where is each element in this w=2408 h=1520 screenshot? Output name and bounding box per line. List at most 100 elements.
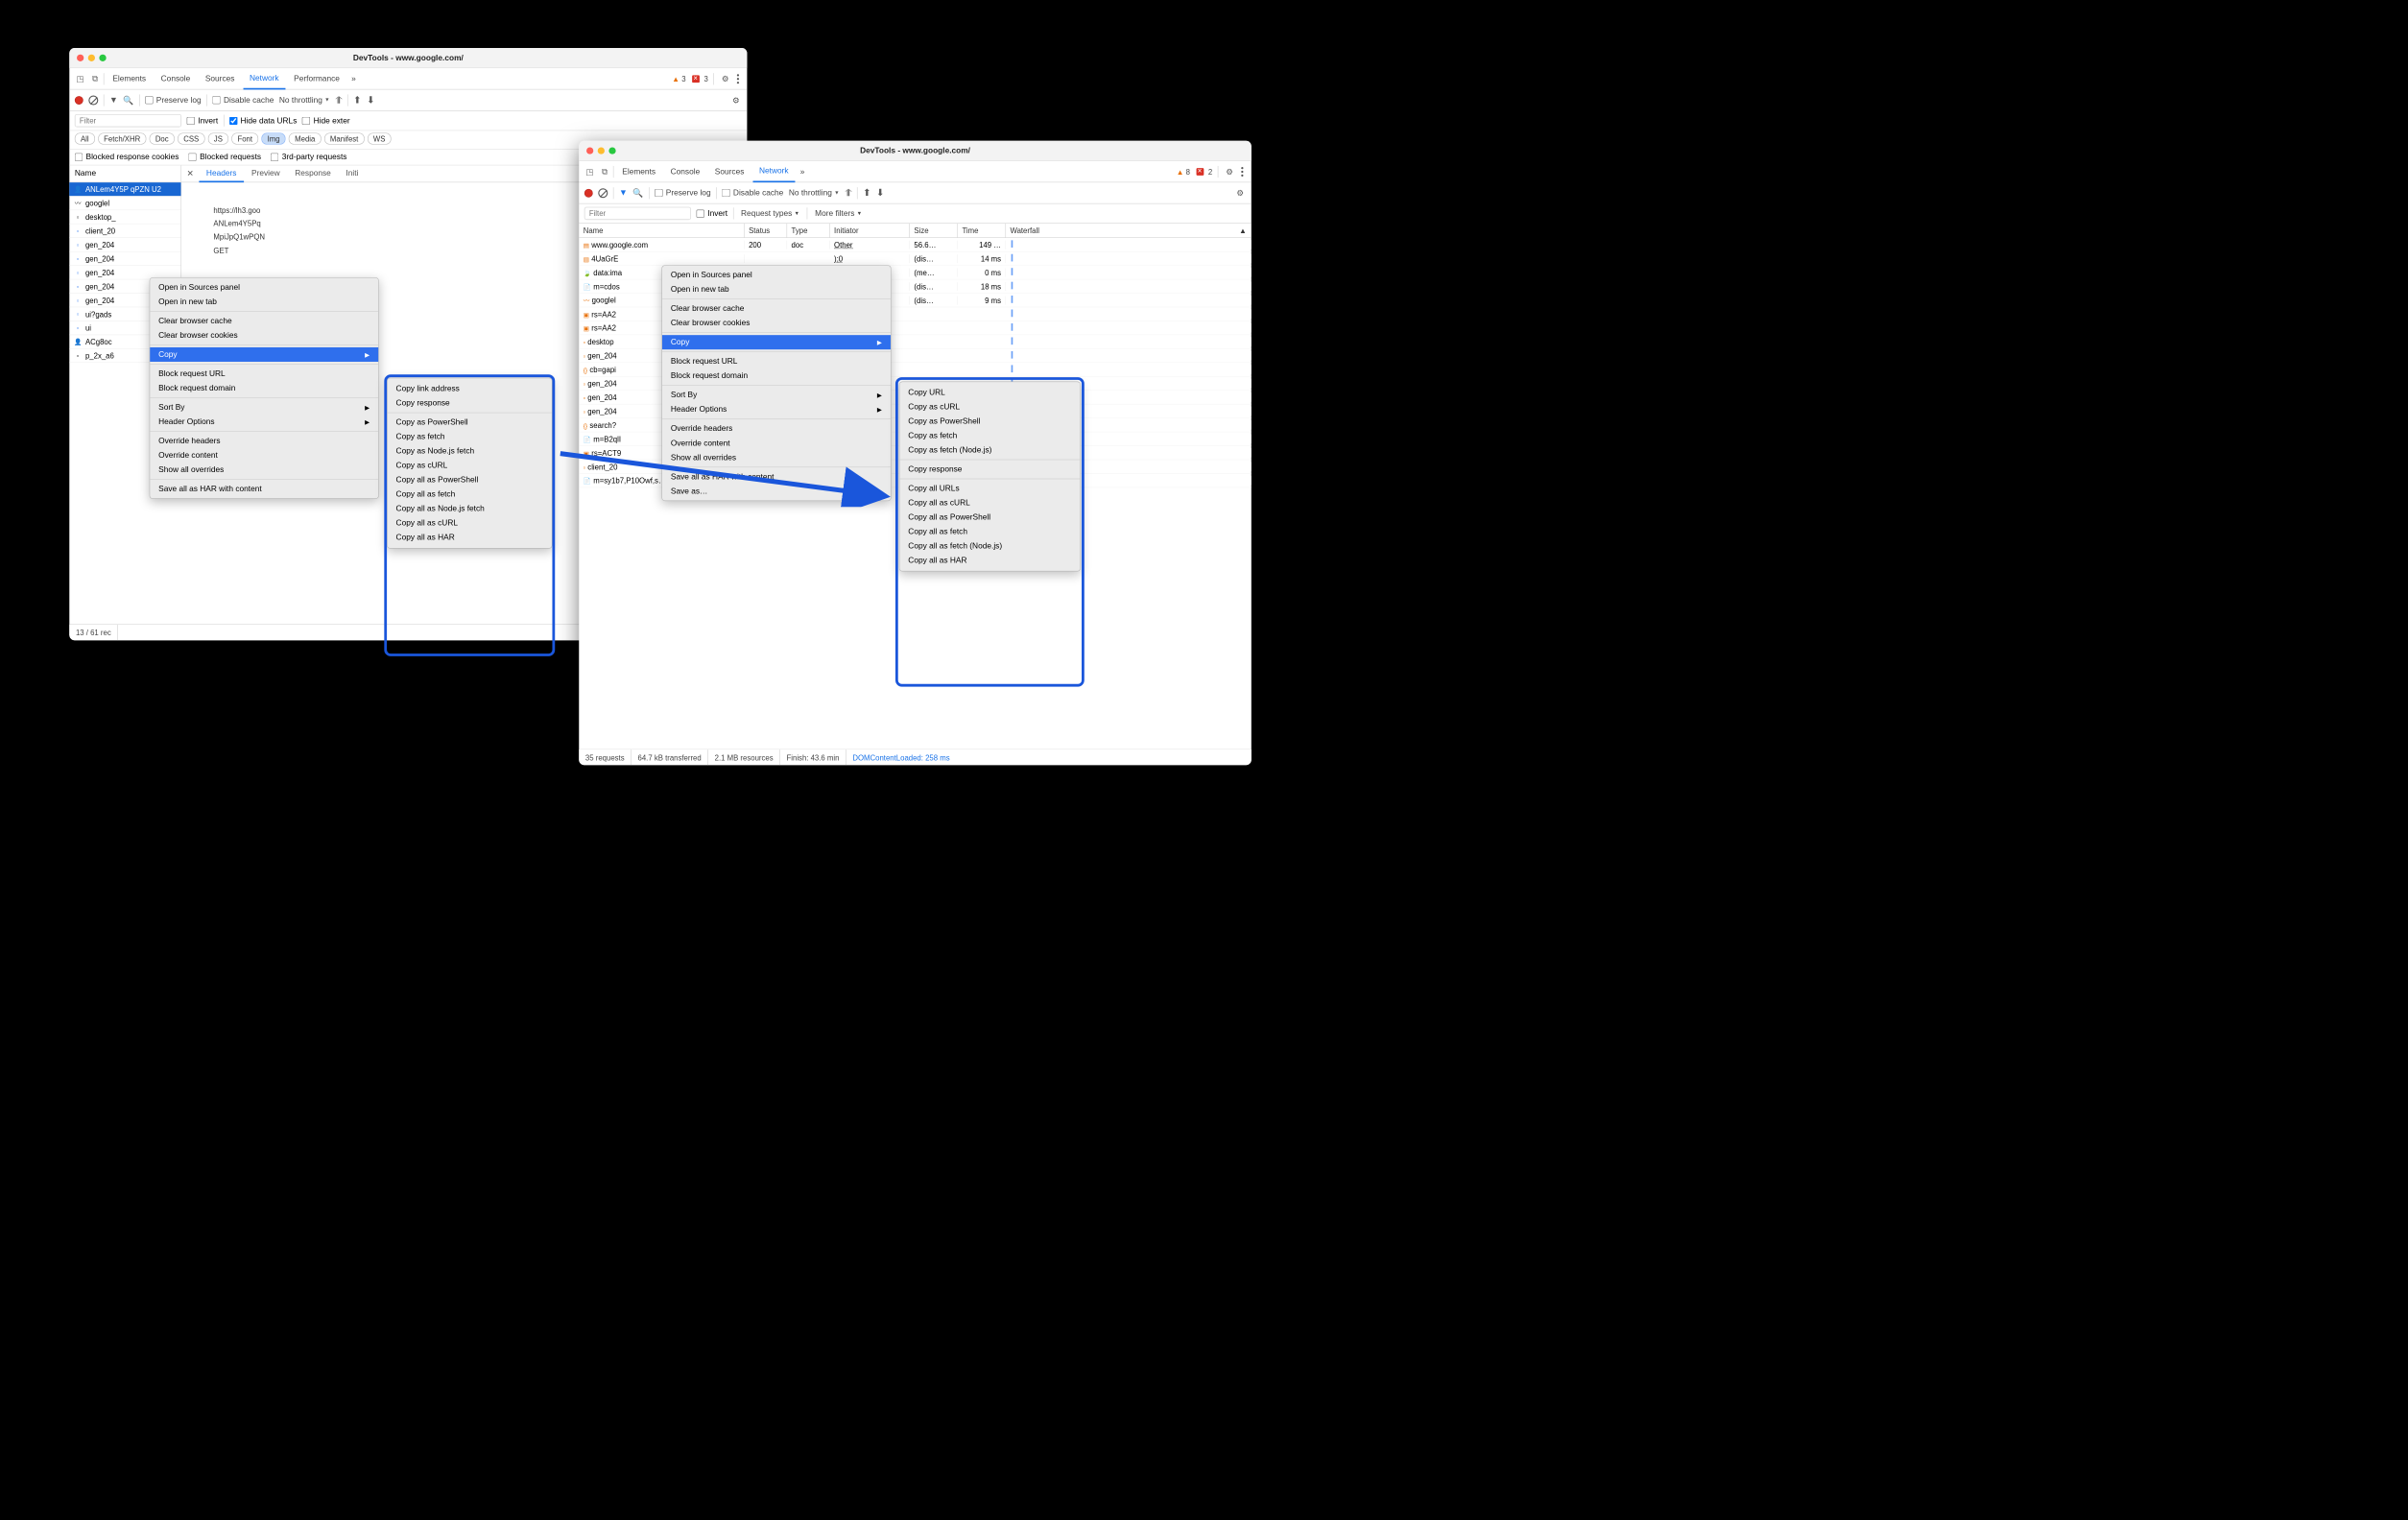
preserve-log-checkbox[interactable]: Preserve log [655,188,711,197]
pill-js[interactable]: JS [208,132,228,144]
ptab-preview[interactable]: Preview [244,165,287,181]
blocked-requests-checkbox[interactable]: Blocked requests [188,153,261,161]
clear-button[interactable] [88,95,98,105]
filter-icon[interactable]: ▼ [619,188,628,198]
warning-badge[interactable]: ▲8 [1177,167,1190,176]
gear-icon[interactable]: ⚙ [1224,166,1235,178]
sub-copy-response[interactable]: Copy response [388,396,552,411]
search-icon[interactable]: 🔍 [123,95,133,106]
ctx-header-opts[interactable]: Header Options▶ [150,415,378,429]
close-dot[interactable] [77,55,83,61]
ctx-override-headers[interactable]: Override headers [662,421,891,436]
more-tabs[interactable]: » [797,167,807,176]
pill-img[interactable]: Img [261,132,285,144]
sub-copy-link[interactable]: Copy link address [388,382,552,396]
search-icon[interactable]: 🔍 [632,187,643,198]
invert-checkbox[interactable]: Invert [697,209,728,218]
error-badge[interactable]: 3 [692,75,708,83]
wifi-icon[interactable]: ⥣ [335,94,342,106]
pill-manifest[interactable]: Manifest [324,132,365,144]
table-row[interactable]: ▤4UaGrE ):0 (dis… 14 ms [579,251,1252,265]
ctx-open-sources[interactable]: Open in Sources panel [150,280,378,295]
sub-copy-fetch[interactable]: Copy as fetch [388,430,552,444]
tab-network[interactable]: Network [752,161,795,182]
ctx-copy[interactable]: Copy▶ [662,335,891,349]
sub-copy-all-har[interactable]: Copy all as HAR [899,554,1080,568]
th-initiator[interactable]: Initiator [830,224,910,237]
throttling-select[interactable]: No throttling▼ [789,188,840,197]
pill-media[interactable]: Media [289,132,321,144]
sub-copy-url[interactable]: Copy URL [899,385,1080,399]
pill-doc[interactable]: Doc [150,132,175,144]
sub-copy-fetch[interactable]: Copy as fetch [899,428,1080,442]
inspect-icon[interactable]: ◳ [74,72,86,84]
gear-icon[interactable]: ⚙ [719,73,730,84]
upload-icon[interactable]: ⬆ [863,187,870,199]
ptab-initiator[interactable]: Initi [339,165,367,181]
sub-copy-all-curl[interactable]: Copy all as cURL [899,496,1080,511]
hide-data-urls-checkbox[interactable]: Hide data URLs [229,116,298,125]
hide-ext-checkbox[interactable]: Hide exter [302,116,350,125]
sub-copy-all-curl[interactable]: Copy all as cURL [388,516,552,531]
sub-copy-all-har[interactable]: Copy all as HAR [388,531,552,545]
sub-copy-all-fetch[interactable]: Copy all as fetch [388,487,552,502]
list-item[interactable]: ▫desktop_ [69,210,180,224]
ctx-override-content[interactable]: Override content [150,448,378,463]
ctx-block-url[interactable]: Block request URL [150,367,378,381]
ctx-block-domain[interactable]: Block request domain [662,368,891,383]
tab-console[interactable]: Console [664,161,706,182]
disable-cache-checkbox[interactable]: Disable cache [722,188,783,197]
sub-copy-powershell[interactable]: Copy as PowerShell [388,416,552,430]
tab-sources[interactable]: Sources [199,68,241,89]
tab-console[interactable]: Console [155,68,197,89]
table-row[interactable]: ▤www.google.com 200 doc Other 56.6… 149 … [579,238,1252,251]
ctx-show-overrides[interactable]: Show all overrides [662,450,891,464]
close-detail-icon[interactable]: ✕ [181,165,199,181]
list-item[interactable]: ▫gen_204 [69,251,180,265]
sub-copy-curl[interactable]: Copy as cURL [899,399,1080,414]
more-tabs[interactable]: » [348,74,359,83]
sub-copy-curl[interactable]: Copy as cURL [388,459,552,473]
th-name[interactable]: Name [579,224,744,237]
warning-badge[interactable]: ▲3 [672,75,685,83]
sub-copy-all-node-fetch[interactable]: Copy all as Node.js fetch [388,502,552,516]
ctx-header-opts[interactable]: Header Options▶ [662,402,891,416]
traffic-lights[interactable] [77,55,107,61]
th-type[interactable]: Type [787,224,829,237]
list-item[interactable]: ▫client_20 [69,225,180,238]
ctx-open-sources[interactable]: Open in Sources panel [662,268,891,282]
error-badge[interactable]: 2 [1197,167,1213,176]
th-size[interactable]: Size [910,224,958,237]
upload-icon[interactable]: ⬆ [353,94,361,106]
wifi-icon[interactable]: ⥣ [845,187,851,199]
device-icon[interactable]: ⧉ [598,165,610,178]
download-icon[interactable]: ⬇ [367,94,374,106]
blocked-cookies-checkbox[interactable]: Blocked response cookies [75,153,179,161]
kebab-menu[interactable] [733,74,743,83]
ctx-clear-cookies[interactable]: Clear browser cookies [150,328,378,343]
request-types-dropdown[interactable]: Request types▼ [739,209,801,218]
throttling-select[interactable]: No throttling▼ [279,96,330,105]
th-waterfall[interactable]: Waterfall▲ [1006,224,1252,237]
device-icon[interactable]: ⧉ [88,72,101,84]
more-filters-dropdown[interactable]: More filters▼ [813,209,864,218]
pill-ws[interactable]: WS [368,132,392,144]
tab-elements[interactable]: Elements [107,68,153,89]
sub-copy-all-powershell[interactable]: Copy all as PowerShell [899,511,1080,525]
download-icon[interactable]: ⬇ [876,187,884,199]
sub-copy-all-powershell[interactable]: Copy all as PowerShell [388,473,552,487]
preserve-log-checkbox[interactable]: Preserve log [145,96,202,105]
list-item[interactable]: ▫gen_204 [69,238,180,251]
sub-copy-response[interactable]: Copy response [899,462,1080,476]
tab-network[interactable]: Network [243,68,285,89]
ctx-block-domain[interactable]: Block request domain [150,381,378,395]
ctx-open-tab[interactable]: Open in new tab [150,295,378,309]
ctx-sort-by[interactable]: Sort By▶ [662,388,891,402]
ctx-save-har[interactable]: Save all as HAR with content [150,482,378,496]
tab-performance[interactable]: Performance [287,68,346,89]
pill-font[interactable]: Font [231,132,258,144]
pill-css[interactable]: CSS [178,132,204,144]
disable-cache-checkbox[interactable]: Disable cache [212,96,274,105]
record-button[interactable] [75,96,83,105]
pill-all[interactable]: All [75,132,95,144]
